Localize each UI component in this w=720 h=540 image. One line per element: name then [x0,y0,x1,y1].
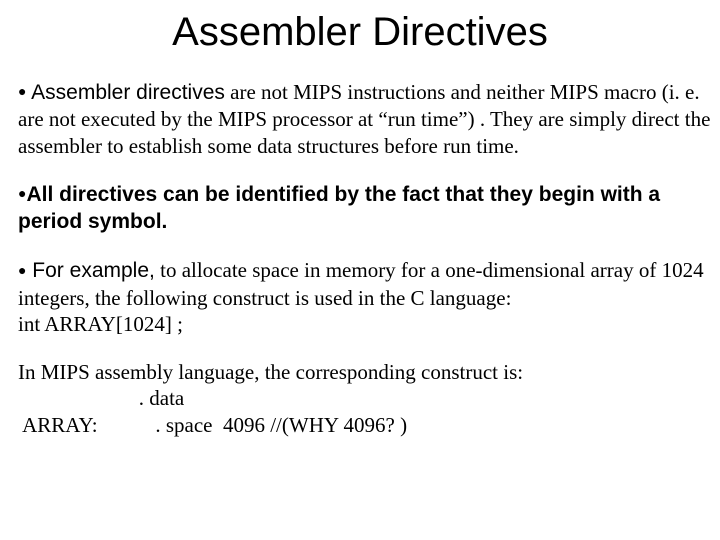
p3-lead: For example, [26,259,154,282]
p4-code-line-1: . data [18,385,716,411]
p3-code: int ARRAY[1024] ; [18,311,716,337]
bullet-icon: ● [18,185,26,203]
p2-text: All directives can be identified by the … [18,183,660,233]
paragraph-3: ● For example, to allocate space in memo… [18,257,716,337]
paragraph-1: ● Assembler directives are not MIPS inst… [18,79,716,159]
paragraph-4: In MIPS assembly language, the correspon… [18,359,716,438]
p1-lead: Assembler directives [26,81,224,104]
slide-content: ● Assembler directives are not MIPS inst… [0,79,720,438]
bullet-icon: ● [18,262,26,280]
p4-code-line-2: ARRAY: . space 4096 //(WHY 4096? ) [18,412,716,438]
slide-title: Assembler Directives [0,10,720,55]
p4-intro: In MIPS assembly language, the correspon… [18,359,716,385]
slide: Assembler Directives ● Assembler directi… [0,0,720,540]
bullet-icon: ● [18,83,26,101]
paragraph-2: ●All directives can be identified by the… [18,181,716,236]
